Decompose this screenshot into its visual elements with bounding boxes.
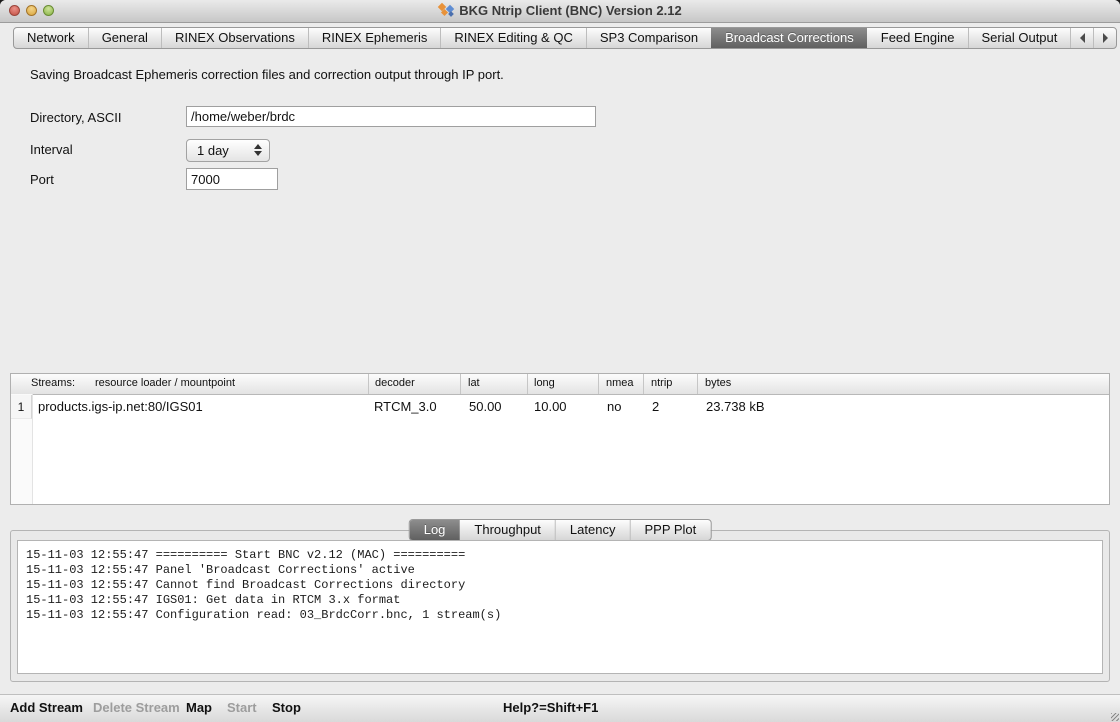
combo-stepper-icon <box>254 144 262 156</box>
header-lat[interactable]: lat <box>461 374 528 394</box>
header-ntrip[interactable]: ntrip <box>644 374 698 394</box>
header-long[interactable]: long <box>528 374 599 394</box>
stop-button[interactable]: Stop <box>272 695 301 721</box>
log-output[interactable]: 15-11-03 12:55:47 ========== Start BNC v… <box>17 540 1103 674</box>
cell-decoder[interactable]: RTCM_3.0 <box>369 395 461 419</box>
resize-grip[interactable] <box>1111 713 1119 721</box>
port-label: Port <box>30 172 54 187</box>
help-shortcut-label: Help?=Shift+F1 <box>503 695 598 721</box>
map-button[interactable]: Map <box>186 695 212 721</box>
header-nmea[interactable]: nmea <box>599 374 644 394</box>
tab-general[interactable]: General <box>88 28 161 48</box>
tab-broadcast-corrections[interactable]: Broadcast Corrections <box>711 28 867 48</box>
tab-feed-engine[interactable]: Feed Engine <box>867 28 968 48</box>
cell-bytes[interactable]: 23.738 kB <box>698 395 1109 419</box>
interval-selected-value: 1 day <box>197 143 229 158</box>
header-mountpoint[interactable]: Streams:resource loader / mountpoint <box>11 374 369 394</box>
log-tab-bar: Log Throughput Latency PPP Plot <box>409 519 712 541</box>
directory-ascii-label: Directory, ASCII <box>30 110 122 125</box>
arrow-left-icon <box>1080 33 1085 43</box>
delete-stream-button: Delete Stream <box>93 695 180 721</box>
cell-nmea[interactable]: no <box>599 395 644 419</box>
cell-long[interactable]: 10.00 <box>528 395 599 419</box>
bnc-app-icon <box>438 3 455 17</box>
panel-description: Saving Broadcast Ephemeris correction fi… <box>30 67 504 82</box>
log-line: 15-11-03 12:55:47 IGS01: Get data in RTC… <box>26 593 1094 608</box>
tab-serial-output[interactable]: Serial Output <box>968 28 1071 48</box>
streams-table-header: Streams:resource loader / mountpoint dec… <box>11 374 1109 395</box>
tab-rinex-ephemeris[interactable]: RINEX Ephemeris <box>308 28 440 48</box>
log-line: 15-11-03 12:55:47 ========== Start BNC v… <box>26 548 1094 563</box>
log-line: 15-11-03 12:55:47 Cannot find Broadcast … <box>26 578 1094 593</box>
row-number: 1 <box>11 395 32 419</box>
interval-label: Interval <box>30 142 73 157</box>
tab-throughput[interactable]: Throughput <box>459 520 555 540</box>
window-title-text: BKG Ntrip Client (BNC) Version 2.12 <box>459 3 681 18</box>
directory-ascii-input[interactable] <box>186 106 596 127</box>
interval-select[interactable]: 1 day <box>186 139 270 162</box>
tab-sp3-comparison[interactable]: SP3 Comparison <box>586 28 711 48</box>
cell-ntrip[interactable]: 2 <box>644 395 698 419</box>
window-title: BKG Ntrip Client (BNC) Version 2.12 <box>0 0 1120 22</box>
cell-mountpoint[interactable]: products.igs-ip.net:80/IGS01 <box>32 395 369 419</box>
table-row[interactable]: 1 products.igs-ip.net:80/IGS01 RTCM_3.0 … <box>11 395 1109 419</box>
cell-lat[interactable]: 50.00 <box>461 395 528 419</box>
add-stream-button[interactable]: Add Stream <box>10 695 83 721</box>
tab-rinex-editing-qc[interactable]: RINEX Editing & QC <box>440 28 586 48</box>
header-bytes[interactable]: bytes <box>698 374 1109 394</box>
start-button: Start <box>227 695 257 721</box>
tab-log[interactable]: Log <box>410 520 460 540</box>
title-bar: BKG Ntrip Client (BNC) Version 2.12 <box>0 0 1120 23</box>
tab-network[interactable]: Network <box>14 28 88 48</box>
port-input[interactable] <box>186 168 278 190</box>
arrow-right-icon <box>1103 33 1108 43</box>
tab-scroll-left-button[interactable] <box>1070 28 1093 48</box>
bottom-button-bar: Add Stream Delete Stream Map Start Stop … <box>0 694 1120 722</box>
tab-rinex-observations[interactable]: RINEX Observations <box>161 28 308 48</box>
bnc-app-window: BKG Ntrip Client (BNC) Version 2.12 Netw… <box>0 0 1120 722</box>
log-line: 15-11-03 12:55:47 Configuration read: 03… <box>26 608 1094 623</box>
log-line: 15-11-03 12:55:47 Panel 'Broadcast Corre… <box>26 563 1094 578</box>
tab-ppp-plot[interactable]: PPP Plot <box>629 520 710 540</box>
tab-latency[interactable]: Latency <box>555 520 630 540</box>
main-tab-bar: Network General RINEX Observations RINEX… <box>13 27 1117 49</box>
header-decoder[interactable]: decoder <box>369 374 461 394</box>
tab-scroll-right-button[interactable] <box>1093 28 1116 48</box>
streams-table: Streams:resource loader / mountpoint dec… <box>10 373 1110 505</box>
